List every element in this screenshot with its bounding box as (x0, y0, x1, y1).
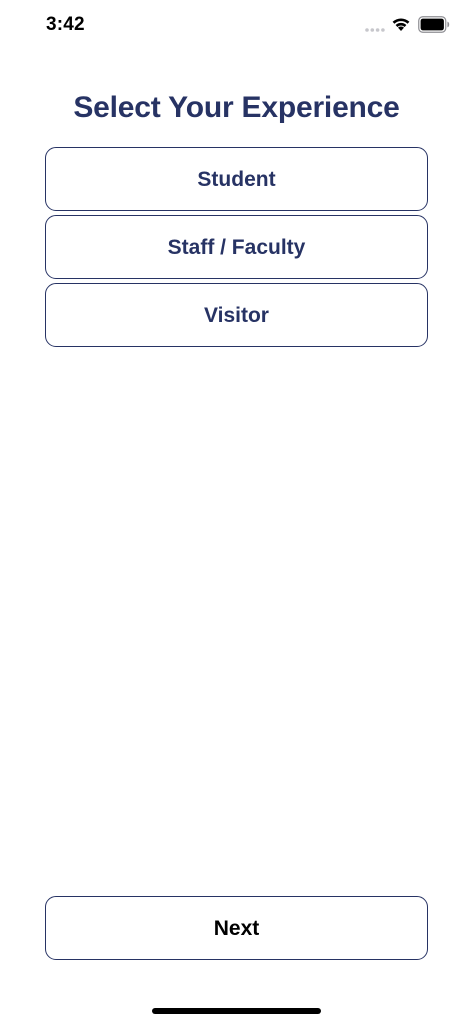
battery-icon (418, 16, 450, 33)
option-staff-faculty-button[interactable]: Staff / Faculty (45, 215, 428, 279)
experience-option-list: Student Staff / Faculty Visitor (45, 147, 428, 351)
status-time: 3:42 (46, 14, 85, 35)
option-student-button[interactable]: Student (45, 147, 428, 211)
next-button[interactable]: Next (45, 896, 428, 960)
signal-dots-icon (365, 28, 385, 32)
wifi-icon (392, 18, 410, 31)
home-indicator (152, 1008, 321, 1014)
page-title: Select Your Experience (73, 91, 400, 124)
status-bar: 3:42 (0, 0, 473, 52)
option-visitor-button[interactable]: Visitor (45, 283, 428, 347)
